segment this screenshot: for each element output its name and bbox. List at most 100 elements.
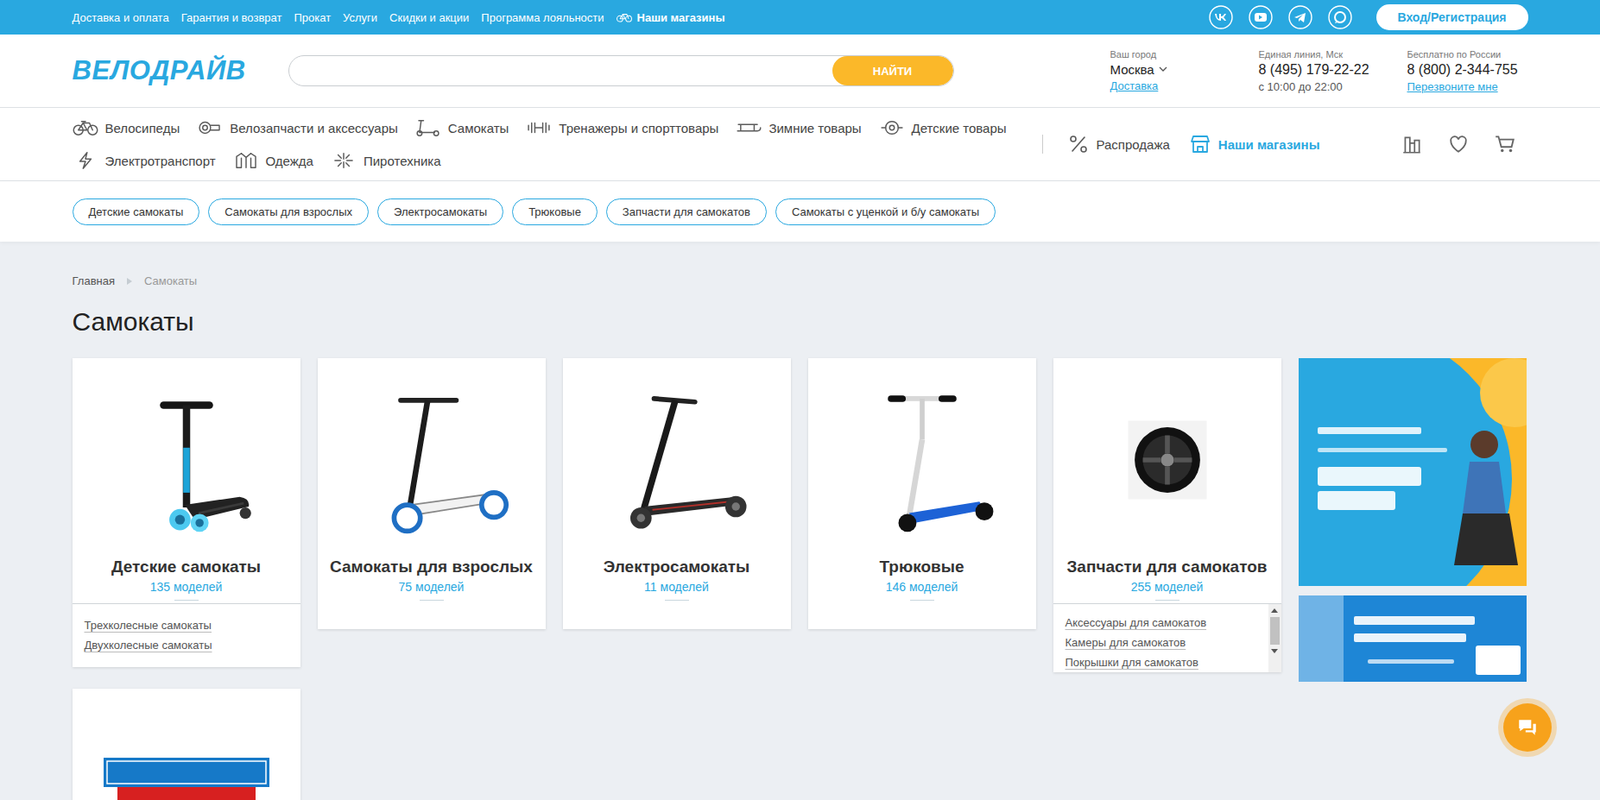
- breadcrumbs: ГлавнаяСамокаты: [72, 274, 1529, 289]
- banner-column: [1298, 358, 1527, 683]
- product-icon: [349, 382, 514, 538]
- subcategory-pill[interactable]: Трюковые: [512, 198, 598, 226]
- nav-extra-item[interactable]: Наши магазины: [1188, 133, 1321, 155]
- header: ВЕЛОДРАЙВНАЙТИВаш городМоскваДоставкаЕди…: [0, 34, 1600, 108]
- sublist-link[interactable]: Покрышки для самокатов: [1065, 652, 1269, 673]
- login-button[interactable]: Вход/Регистрация: [1376, 4, 1529, 31]
- compare-icon[interactable]: [1400, 132, 1423, 156]
- chat-icon[interactable]: [1328, 5, 1353, 30]
- category-card[interactable]: Самокаты для взрослых75 моделей: [317, 358, 546, 630]
- card-image: [349, 375, 514, 545]
- nav-item[interactable]: Одежда: [233, 151, 314, 171]
- discount-card[interactable]: [72, 689, 301, 800]
- sled-icon: [735, 118, 762, 138]
- loyalty-banner[interactable]: [1298, 358, 1527, 587]
- dumbbell-icon: [525, 118, 552, 138]
- nav-item[interactable]: Велозапчасти и аксессуары: [196, 118, 399, 138]
- card-title: Запчасти для самокатов: [1066, 556, 1267, 578]
- gift-certificates-banner[interactable]: [1298, 595, 1527, 683]
- category-grid: Детские самокаты135 моделейТрехколесные …: [72, 358, 1529, 800]
- city-select[interactable]: Москва: [1110, 62, 1259, 77]
- nav-item[interactable]: Электротранспорт: [72, 151, 216, 171]
- nav-item[interactable]: Велосипеды: [72, 118, 181, 138]
- top-link[interactable]: Скидки и акции: [389, 11, 469, 25]
- scroll-down-icon[interactable]: [1271, 649, 1278, 654]
- cart-icon[interactable]: [1493, 132, 1517, 156]
- card-count: 255 моделей: [1131, 579, 1204, 595]
- subcategory-pill[interactable]: Детские самокаты: [72, 198, 201, 226]
- phone-number[interactable]: 8 (495) 179-22-22: [1258, 62, 1408, 78]
- sublist-items: Трехколесные самокатыДвухколесные самока…: [84, 615, 289, 656]
- card-image: [1085, 375, 1250, 545]
- subcategory-pill[interactable]: Самокаты с уценкой и б/у самокаты: [775, 198, 996, 226]
- chevron-down-icon: [1158, 66, 1168, 72]
- phone-hours: с 10:00 до 22:00: [1258, 80, 1408, 94]
- sublist-link[interactable]: Аксессуары для самокатов: [1065, 613, 1269, 633]
- scroll-up-icon[interactable]: [1271, 608, 1278, 614]
- top-link[interactable]: Услуги: [342, 11, 378, 25]
- nav-rows: Велосипеды Велозапчасти и аксессуары Самок…: [72, 111, 1043, 178]
- card-title: Детские самокаты: [111, 556, 261, 578]
- card-dash: [664, 600, 690, 601]
- card-count: 146 моделей: [885, 579, 959, 595]
- nav-label: Зимние товары: [768, 120, 861, 136]
- delivery-link[interactable]: Доставка: [1110, 79, 1259, 93]
- bolt-icon: [72, 151, 99, 171]
- product-icon: [104, 382, 269, 538]
- card-count: 75 моделей: [398, 579, 465, 595]
- search-input[interactable]: [289, 56, 833, 86]
- top-bar-inner: Доставка и оплата Гарантия и возврат Прока…: [72, 0, 1529, 35]
- nav-label: Одежда: [265, 153, 314, 169]
- sublist-items: Аксессуары для самокатовКамеры для самок…: [1065, 613, 1269, 673]
- percent-icon: [1067, 133, 1090, 155]
- subcategory-pill[interactable]: Запчасти для самокатов: [606, 198, 767, 226]
- card-main: Запчасти для самокатов255 моделей: [1053, 358, 1282, 604]
- user-tools: [1400, 132, 1517, 156]
- nav-label: Велосипеды: [105, 120, 181, 136]
- nav-item[interactable]: Зимние товары: [735, 118, 861, 138]
- nav-item[interactable]: Самокаты: [415, 118, 510, 138]
- header-inner: ВЕЛОДРАЙВНАЙТИВаш городМоскваДоставкаЕди…: [72, 34, 1529, 108]
- logo[interactable]: ВЕЛОДРАЙВ: [72, 55, 289, 87]
- stores-link[interactable]: Наши магазины: [616, 11, 726, 25]
- category-card[interactable]: Трюковые146 моделей: [808, 358, 1037, 630]
- subcategory-pill[interactable]: Самокаты для взрослых: [208, 198, 369, 226]
- phone-number[interactable]: 8 (800) 2-344-755: [1407, 62, 1529, 78]
- card-main: Самокаты для взрослых75 моделей: [317, 358, 546, 630]
- nav-item[interactable]: Пиротехника: [330, 151, 442, 171]
- nav-label: Тренажеры и спорттовары: [558, 120, 719, 136]
- scrollbar-thumb[interactable]: [1270, 617, 1280, 646]
- card-main: Электросамокаты11 моделей: [562, 358, 791, 630]
- youtube-icon[interactable]: [1248, 5, 1273, 30]
- top-link[interactable]: Гарантия и возврат: [181, 11, 283, 25]
- category-card[interactable]: Электросамокаты11 моделей: [562, 358, 791, 630]
- sublist-link[interactable]: Камеры для самокатов: [1065, 632, 1269, 653]
- top-link[interactable]: Доставка и оплата: [72, 11, 170, 25]
- subcategory-pill[interactable]: Электросамокаты: [377, 198, 504, 226]
- heart-icon[interactable]: [1447, 132, 1470, 156]
- nav-extra-item[interactable]: Распродажа: [1067, 133, 1170, 155]
- jacket-icon: [233, 151, 260, 171]
- nav-item[interactable]: Детские товары: [879, 118, 1007, 138]
- nav-label: Пиротехника: [363, 153, 442, 169]
- sublist-link[interactable]: Двухколесные самокаты: [84, 635, 289, 656]
- category-card[interactable]: Детские самокаты135 моделейТрехколесные …: [72, 358, 301, 668]
- callback-link[interactable]: Перезвоните мне: [1407, 80, 1529, 94]
- chat-button[interactable]: [1503, 703, 1552, 753]
- vk-icon[interactable]: [1208, 5, 1234, 30]
- nav-item[interactable]: Тренажеры и спорттовары: [525, 118, 719, 138]
- search-button[interactable]: НАЙТИ: [832, 56, 954, 86]
- category-card[interactable]: Запчасти для самокатов255 моделей Аксессу…: [1053, 358, 1282, 673]
- top-link[interactable]: Прокат: [293, 11, 331, 25]
- top-link[interactable]: Программа лояльности: [480, 11, 604, 25]
- sublist-link[interactable]: Трехколесные самокаты: [84, 615, 289, 636]
- scrollbar[interactable]: [1268, 604, 1282, 673]
- breadcrumb-item[interactable]: Главная: [72, 274, 115, 289]
- page: Доставка и оплата Гарантия и возврат Прока…: [0, 0, 1600, 800]
- nav-label: Самокаты: [448, 120, 510, 136]
- card-dash: [419, 600, 444, 601]
- telegram-icon[interactable]: [1288, 5, 1313, 30]
- top-bar: Доставка и оплата Гарантия и возврат Прока…: [0, 0, 1600, 35]
- main-inner: ГлавнаяСамокатыСамокатыДетские самокаты1…: [72, 274, 1529, 800]
- product-icon: [594, 382, 759, 538]
